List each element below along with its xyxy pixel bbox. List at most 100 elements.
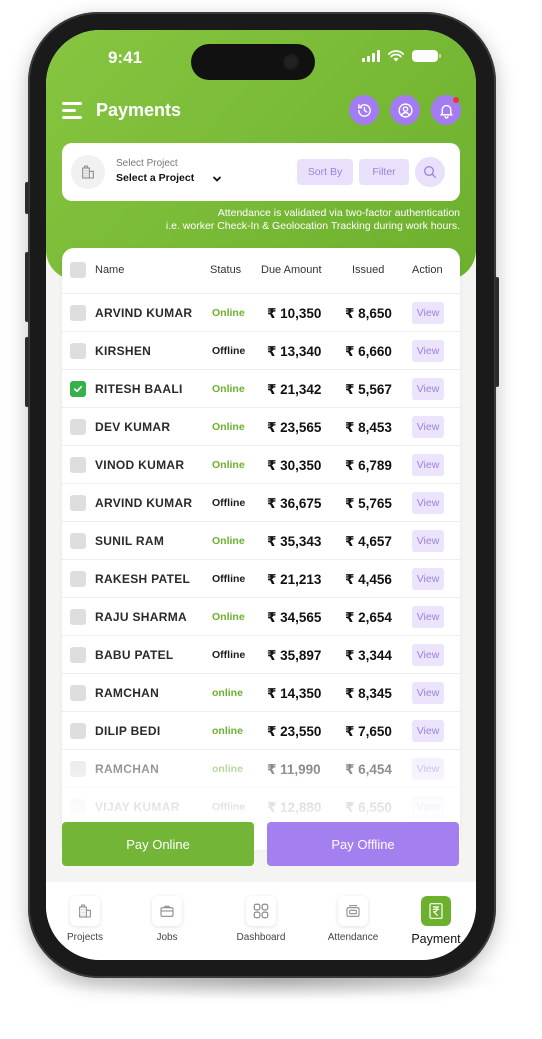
row-checkbox[interactable] — [70, 685, 86, 701]
table-row[interactable]: RAKESH PATEL Offline ₹ 21,213 ₹ 4,456 View — [62, 560, 460, 598]
worker-name: RAKESH PATEL — [95, 572, 191, 586]
filter-button[interactable]: Filter — [359, 159, 409, 185]
nav-attendance-label: Attendance — [327, 932, 379, 943]
checkmark-icon — [73, 385, 83, 393]
issued-amount: ₹ 6,789 — [345, 458, 392, 473]
select-all-checkbox[interactable] — [70, 262, 86, 278]
issued-amount: ₹ 6,660 — [345, 344, 392, 359]
payments-table: Name Status Due Amount Issued Action ARV… — [62, 248, 460, 848]
issued-amount: ₹ 5,765 — [345, 496, 392, 511]
row-checkbox[interactable] — [70, 571, 86, 587]
col-issued-header[interactable]: Issued — [352, 264, 384, 276]
project-select-label: Select Project — [116, 158, 178, 169]
worker-name: ARVIND KUMAR — [95, 306, 193, 320]
table-row[interactable]: SUNIL RAM Online ₹ 35,343 ₹ 4,657 View — [62, 522, 460, 560]
row-checkbox[interactable] — [70, 419, 86, 435]
view-button[interactable]: View — [412, 454, 444, 476]
row-checkbox[interactable] — [70, 381, 86, 397]
status-badge: Online — [212, 421, 245, 433]
issued-amount: ₹ 8,453 — [345, 420, 392, 435]
phone-side-button — [25, 182, 29, 214]
due-amount: ₹ 30,350 — [267, 458, 322, 473]
building-icon — [70, 896, 100, 926]
due-amount: ₹ 21,213 — [267, 572, 322, 587]
row-checkbox[interactable] — [70, 495, 86, 511]
dynamic-island — [191, 44, 315, 80]
col-status-header[interactable]: Status — [210, 264, 241, 276]
col-name-header[interactable]: Name — [95, 264, 124, 276]
view-button[interactable]: View — [412, 682, 444, 704]
project-select[interactable]: Select a Project — [116, 172, 194, 184]
attendance-notice: Attendance is validated via two-factor a… — [100, 207, 460, 233]
briefcase-icon — [152, 896, 182, 926]
table-row[interactable]: ARVIND KUMAR Offline ₹ 36,675 ₹ 5,765 View — [62, 484, 460, 522]
history-icon — [357, 103, 371, 117]
status-badge: Online — [212, 535, 245, 547]
table-row[interactable]: ARVIND KUMAR Online ₹ 10,350 ₹ 8,650 View — [62, 294, 460, 332]
due-amount: ₹ 35,343 — [267, 534, 322, 549]
worker-name: VINOD KUMAR — [95, 458, 185, 472]
view-button[interactable]: View — [412, 378, 444, 400]
history-button[interactable] — [349, 95, 379, 125]
status-badge: Offline — [212, 345, 246, 357]
notice-line-2: i.e. worker Check-In & Geolocation Track… — [165, 220, 460, 232]
due-amount: ₹ 34,565 — [267, 610, 322, 625]
row-checkbox[interactable] — [70, 647, 86, 663]
row-checkbox[interactable] — [70, 533, 86, 549]
row-checkbox[interactable] — [70, 305, 86, 321]
nav-payment[interactable]: Payment — [396, 896, 476, 946]
search-button[interactable] — [415, 157, 445, 187]
notification-badge — [453, 97, 459, 103]
status-badge: Offline — [212, 649, 246, 661]
view-button[interactable]: View — [412, 606, 444, 628]
due-amount: ₹ 23,565 — [267, 420, 322, 435]
chevron-down-icon[interactable] — [212, 174, 222, 184]
view-button[interactable]: View — [412, 644, 444, 666]
status-badge: Offline — [212, 497, 246, 509]
rupee-icon — [421, 896, 451, 926]
table-row[interactable]: RAJU SHARMA Online ₹ 34,565 ₹ 2,654 View — [62, 598, 460, 636]
worker-name: ARVIND KUMAR — [95, 496, 193, 510]
row-checkbox[interactable] — [70, 723, 86, 739]
nav-projects[interactable]: Projects — [46, 896, 125, 943]
issued-amount: ₹ 2,654 — [345, 610, 392, 625]
view-button[interactable]: View — [412, 720, 444, 742]
col-due-header[interactable]: Due Amount — [261, 264, 322, 276]
table-row[interactable]: VINOD KUMAR Online ₹ 30,350 ₹ 6,789 View — [62, 446, 460, 484]
notifications-button[interactable] — [431, 95, 461, 125]
issued-amount: ₹ 4,657 — [345, 534, 392, 549]
view-button[interactable]: View — [412, 302, 444, 324]
nav-dashboard[interactable]: Dashboard — [221, 896, 301, 943]
row-checkbox[interactable] — [70, 457, 86, 473]
pay-offline-button[interactable]: Pay Offline — [267, 822, 459, 866]
issued-amount: ₹ 4,456 — [345, 572, 392, 587]
table-row[interactable]: DILIP BEDI online ₹ 23,550 ₹ 7,650 View — [62, 712, 460, 750]
row-checkbox[interactable] — [70, 609, 86, 625]
view-button[interactable]: View — [412, 340, 444, 362]
view-button[interactable]: View — [412, 568, 444, 590]
sort-by-button[interactable]: Sort By — [297, 159, 353, 185]
view-button[interactable]: View — [412, 530, 444, 552]
due-amount: ₹ 21,342 — [267, 382, 322, 397]
project-icon — [71, 155, 105, 189]
row-checkbox[interactable] — [70, 343, 86, 359]
search-icon — [424, 166, 436, 178]
worker-name: KIRSHEN — [95, 344, 152, 358]
pay-online-button[interactable]: Pay Online — [62, 822, 254, 866]
table-row[interactable]: KIRSHEN Offline ₹ 13,340 ₹ 6,660 View — [62, 332, 460, 370]
table-row[interactable]: BABU PATEL Offline ₹ 35,897 ₹ 3,344 View — [62, 636, 460, 674]
bell-icon — [439, 104, 453, 119]
view-button[interactable]: View — [412, 492, 444, 514]
nav-attendance[interactable]: Attendance — [313, 896, 393, 943]
phone-volume-down — [25, 337, 29, 407]
table-row[interactable]: RAMCHAN online ₹ 14,350 ₹ 8,345 View — [62, 674, 460, 712]
phone-power-button — [495, 277, 499, 387]
page-title: Payments — [96, 100, 182, 120]
table-row[interactable]: DEV KUMAR Online ₹ 23,565 ₹ 8,453 View — [62, 408, 460, 446]
nav-jobs[interactable]: Jobs — [127, 896, 207, 943]
view-button[interactable]: View — [412, 416, 444, 438]
status-bar: 9:41 — [46, 44, 476, 80]
table-row[interactable]: RITESH BAALI Online ₹ 21,342 ₹ 5,567 View — [62, 370, 460, 408]
menu-icon[interactable] — [62, 102, 82, 120]
profile-button[interactable] — [390, 95, 420, 125]
